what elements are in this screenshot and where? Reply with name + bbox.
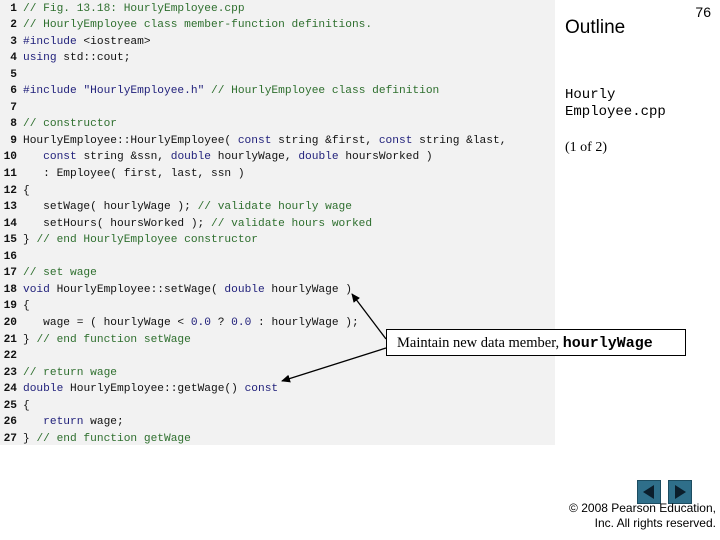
callout-code: hourlyWage: [562, 335, 653, 352]
arrow-to-getwage: [281, 347, 387, 383]
triangle-left-icon: [643, 485, 654, 499]
callout-arrows: [281, 293, 387, 383]
callout-box: Maintain new data member, hourlyWage: [386, 329, 686, 356]
copyright-line-2: Inc. All rights reserved.: [594, 516, 716, 530]
copyright-line-1: © 2008 Pearson Education,: [569, 501, 716, 515]
arrow-to-setwage: [351, 293, 387, 340]
copyright: © 2008 Pearson Education, Inc. All right…: [569, 501, 716, 531]
triangle-right-icon: [675, 485, 686, 499]
callout-text: Maintain new data member,: [397, 335, 563, 351]
